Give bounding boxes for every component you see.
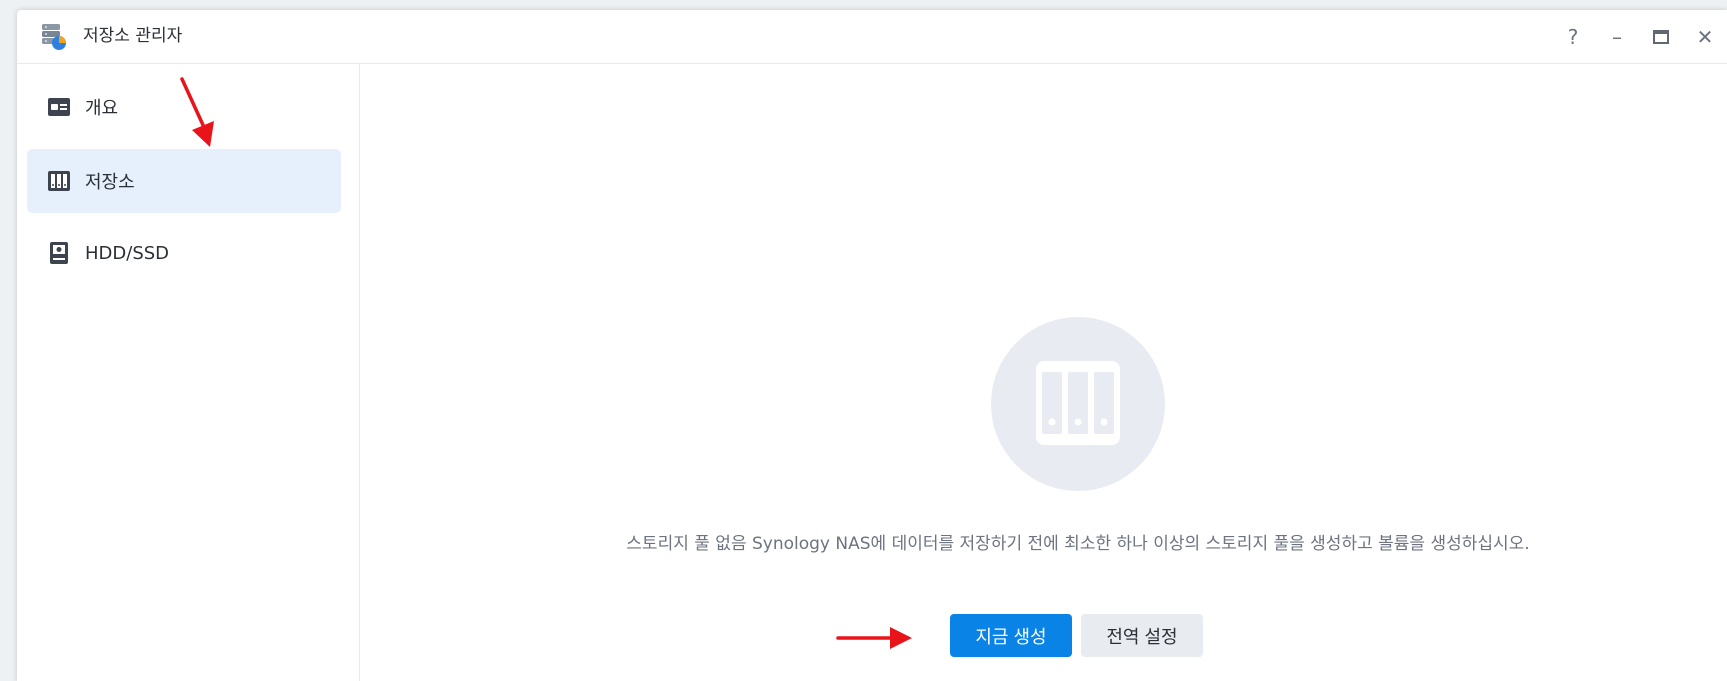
- storage-manager-window: 저장소 관리자 ? – ✕ 개요 저장소 HDD/SSD 스토리지 풀 없음 S…: [17, 10, 1727, 681]
- create-now-button[interactable]: 지금 생성: [950, 614, 1072, 657]
- title-bar: 저장소 관리자 ? – ✕: [17, 10, 1727, 64]
- window-title: 저장소 관리자: [83, 26, 183, 46]
- sidebar-item-overview[interactable]: 개요: [27, 76, 341, 138]
- hdd-icon: [50, 242, 68, 264]
- overview-icon: [48, 98, 70, 116]
- sidebar: 개요 저장소 HDD/SSD: [17, 64, 360, 681]
- empty-state-illustration: [991, 317, 1165, 491]
- maximize-button[interactable]: [1639, 10, 1683, 63]
- storage-manager-app-icon: [42, 24, 66, 50]
- global-settings-button[interactable]: 전역 설정: [1081, 614, 1203, 657]
- window-controls: ? – ✕: [1551, 10, 1727, 63]
- main-content: 스토리지 풀 없음 Synology NAS에 데이터를 저장하기 전에 최소한…: [360, 64, 1727, 681]
- help-button[interactable]: ?: [1551, 10, 1595, 63]
- minimize-button[interactable]: –: [1595, 10, 1639, 63]
- storage-icon: [48, 171, 70, 191]
- storage-icon: [1036, 361, 1120, 445]
- sidebar-item-label: 개요: [85, 98, 119, 119]
- close-button[interactable]: ✕: [1683, 10, 1727, 63]
- empty-state-message: 스토리지 풀 없음 Synology NAS에 데이터를 저장하기 전에 최소한…: [626, 534, 1530, 554]
- sidebar-item-hdd-ssd[interactable]: HDD/SSD: [27, 222, 341, 284]
- maximize-icon: [1653, 29, 1669, 44]
- sidebar-item-label: HDD/SSD: [85, 242, 170, 264]
- sidebar-item-storage[interactable]: 저장소: [27, 149, 341, 213]
- sidebar-item-label: 저장소: [85, 172, 135, 193]
